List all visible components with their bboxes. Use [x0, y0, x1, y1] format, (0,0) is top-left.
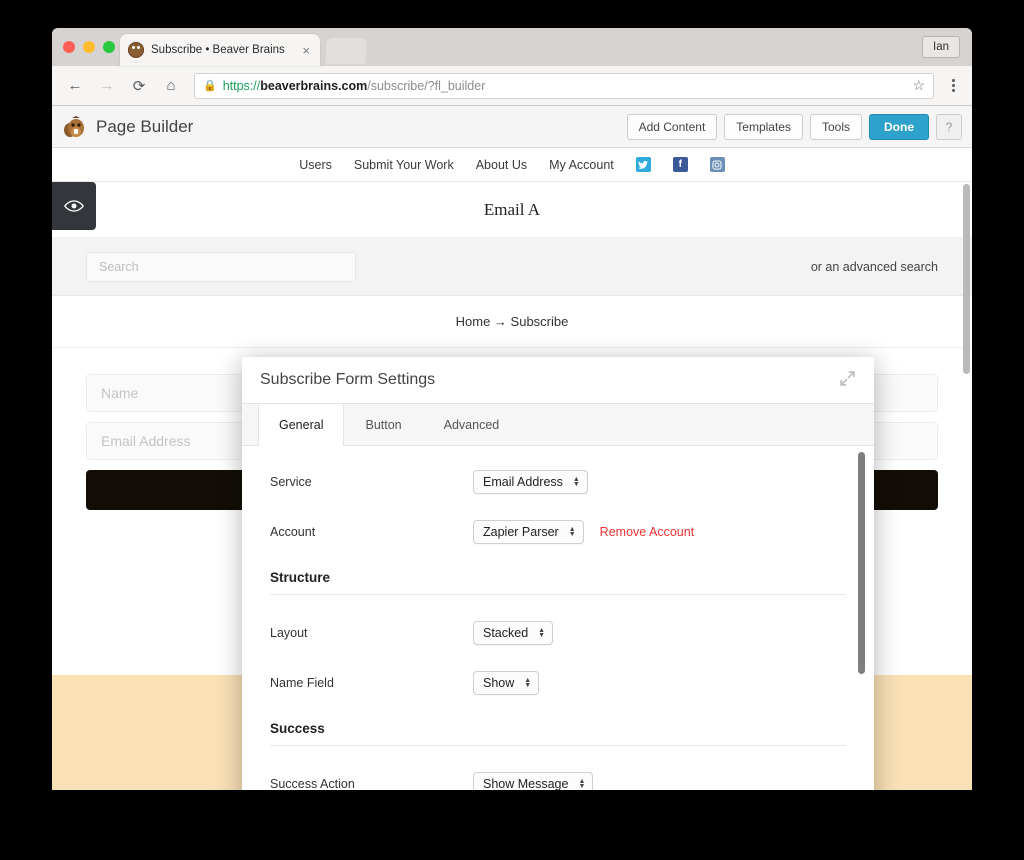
- help-icon[interactable]: ?: [936, 113, 962, 140]
- section-title-success: Success: [270, 721, 325, 737]
- twitter-icon[interactable]: [635, 157, 651, 172]
- add-content-button[interactable]: Add Content: [626, 113, 718, 140]
- settings-modal: Subscribe Form Settings General Button A…: [242, 357, 874, 790]
- address-bar[interactable]: 🔒 https:// beaverbrains.com /subscribe/?…: [194, 72, 934, 99]
- templates-button[interactable]: Templates: [724, 113, 803, 140]
- page-scrollbar[interactable]: [963, 184, 970, 374]
- field-row-success-action: Success Action Show Message ▲ ▼: [270, 772, 846, 790]
- site-navigation: Users Submit Your Work About Us My Accou…: [52, 148, 972, 182]
- service-select-value: Email Address: [483, 475, 563, 490]
- expand-diagonal-icon[interactable]: [839, 370, 856, 391]
- url-path: /subscribe/?fl_builder: [367, 78, 486, 93]
- hero-section: Email A: [52, 182, 972, 238]
- field-row-service: Service Email Address ▲ ▼: [270, 470, 846, 495]
- field-row-name-field: Name Field Show ▲ ▼: [270, 671, 846, 696]
- minimize-window-button[interactable]: [83, 41, 95, 53]
- field-label-name-field: Name Field: [270, 676, 334, 691]
- modal-tabs: General Button Advanced: [242, 403, 874, 447]
- modal-header: Subscribe Form Settings: [242, 357, 874, 405]
- browser-window: Subscribe • Beaver Brains × Ian ← → ⟳ ⌂ …: [52, 28, 972, 790]
- page-content: Email A Search or an advanced search Hom…: [52, 182, 972, 790]
- tab-button[interactable]: Button: [344, 403, 422, 445]
- page-builder-actions: Add Content Templates Tools Done ?: [626, 113, 962, 140]
- chevron-updown-icon: ▲ ▼: [568, 526, 576, 539]
- field-label-service: Service: [270, 475, 312, 490]
- browser-tab-active[interactable]: Subscribe • Beaver Brains ×: [120, 34, 320, 66]
- section-title-structure: Structure: [270, 570, 331, 586]
- layout-select[interactable]: Stacked ▲ ▼: [473, 621, 554, 646]
- hero-heading: Email A: [483, 199, 541, 219]
- modal-title: Subscribe Form Settings: [260, 371, 436, 389]
- field-label-layout: Layout: [270, 626, 308, 641]
- home-icon[interactable]: ⌂: [158, 73, 184, 99]
- field-label-account: Account: [270, 525, 316, 540]
- done-button[interactable]: Done: [869, 113, 929, 140]
- chevron-updown-icon: ▲ ▼: [538, 627, 546, 640]
- service-select[interactable]: Email Address ▲ ▼: [473, 470, 588, 495]
- modal-scrollbar[interactable]: [858, 452, 865, 675]
- divider: [270, 594, 846, 596]
- new-tab-button[interactable]: [325, 38, 367, 64]
- instagram-icon[interactable]: [709, 157, 725, 172]
- nav-link-submit-your-work[interactable]: Submit Your Work: [354, 158, 454, 172]
- chevron-updown-icon: ▲ ▼: [524, 677, 532, 690]
- url-host: beaverbrains.com: [260, 78, 368, 93]
- name-field-select-value: Show: [483, 676, 515, 691]
- close-icon[interactable]: ×: [300, 44, 312, 57]
- chevron-updown-icon: ▲ ▼: [572, 476, 580, 489]
- success-action-select[interactable]: Show Message ▲ ▼: [473, 772, 594, 790]
- tab-title: Subscribe • Beaver Brains: [151, 44, 285, 56]
- tools-button[interactable]: Tools: [809, 113, 862, 140]
- name-field-select[interactable]: Show ▲ ▼: [473, 671, 540, 696]
- beaver-favicon-icon: [128, 42, 144, 58]
- account-select-value: Zapier Parser: [483, 525, 559, 540]
- page-builder-bar: Page Builder Add Content Templates Tools…: [52, 106, 972, 148]
- browser-menu-icon[interactable]: [944, 79, 962, 92]
- remove-account-link[interactable]: Remove Account: [600, 525, 695, 539]
- success-action-select-value: Show Message: [483, 777, 569, 790]
- layout-select-value: Stacked: [483, 626, 529, 641]
- nav-link-users[interactable]: Users: [299, 158, 332, 172]
- browser-tab-strip: Subscribe • Beaver Brains × Ian: [52, 28, 972, 66]
- lock-icon: 🔒: [203, 80, 217, 92]
- account-select[interactable]: Zapier Parser ▲ ▼: [473, 520, 584, 545]
- tab-advanced[interactable]: Advanced: [423, 403, 521, 445]
- window-traffic-lights: [63, 41, 115, 53]
- browser-toolbar: ← → ⟳ ⌂ 🔒 https:// beaverbrains.com /sub…: [52, 66, 972, 106]
- nav-link-about-us[interactable]: About Us: [476, 158, 527, 172]
- back-button[interactable]: ←: [62, 73, 88, 99]
- chevron-updown-icon: ▲ ▼: [578, 778, 586, 790]
- reload-icon[interactable]: ⟳: [126, 73, 152, 99]
- beaver-logo-icon: [62, 114, 88, 140]
- tab-general[interactable]: General: [258, 403, 345, 447]
- preview-eye-icon[interactable]: [52, 182, 96, 230]
- modal-body: Service Email Address ▲ ▼ Account Zapier …: [242, 446, 874, 790]
- close-window-button[interactable]: [63, 41, 75, 53]
- divider: [270, 745, 846, 747]
- url-scheme: https://: [222, 78, 261, 93]
- browser-profile-chip[interactable]: Ian: [922, 36, 960, 58]
- search-section: Search or an advanced search: [52, 238, 972, 296]
- forward-button[interactable]: →: [94, 73, 120, 99]
- breadcrumb: Home → Subscribe: [52, 296, 972, 348]
- field-row-account: Account Zapier Parser ▲ ▼ Remove Account: [270, 520, 846, 545]
- facebook-icon[interactable]: f: [672, 157, 688, 172]
- field-row-layout: Layout Stacked ▲ ▼: [270, 621, 846, 646]
- page-title: Page Builder: [96, 116, 194, 136]
- search-input[interactable]: Search: [86, 251, 356, 282]
- bookmark-star-icon[interactable]: ☆: [912, 77, 925, 94]
- nav-link-my-account[interactable]: My Account: [549, 158, 614, 172]
- maximize-window-button[interactable]: [103, 41, 115, 53]
- advanced-search-hint[interactable]: or an advanced search: [811, 260, 938, 274]
- field-label-success-action: Success Action: [270, 777, 355, 790]
